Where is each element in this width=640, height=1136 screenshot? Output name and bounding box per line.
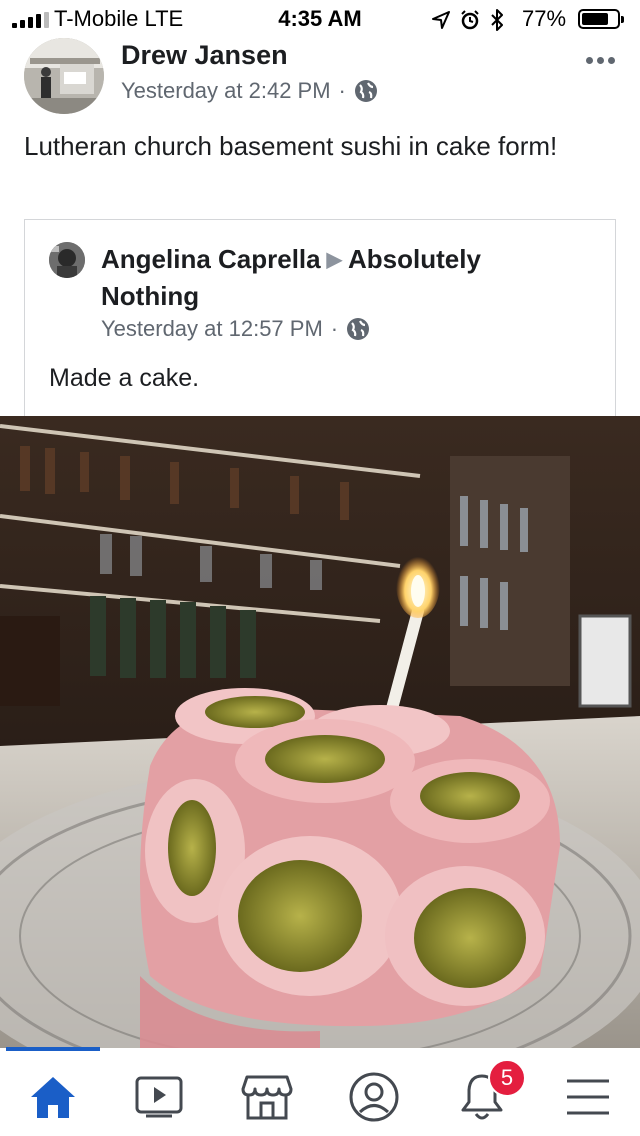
battery-icon xyxy=(578,9,624,29)
shared-post-meta: Yesterday at 12:57 PM · xyxy=(101,316,370,342)
right-triangle-icon: ▶ xyxy=(326,249,343,271)
nav-home[interactable] xyxy=(25,1069,81,1125)
nav-menu[interactable] xyxy=(560,1069,616,1125)
shared-timestamp[interactable]: Yesterday at 12:57 PM xyxy=(101,316,323,342)
notification-badge[interactable]: 5 xyxy=(488,1059,526,1097)
more-options-button[interactable] xyxy=(580,48,620,72)
shared-meta-separator: · xyxy=(330,316,339,341)
shared-author-avatar[interactable] xyxy=(49,242,85,278)
post-text: Lutheran church basement sushi in cake f… xyxy=(24,131,558,161)
bottom-nav: 5 xyxy=(0,1051,640,1136)
shared-avatar-photo xyxy=(49,242,85,278)
nav-profile[interactable] xyxy=(346,1069,402,1125)
shared-post-header: Angelina Caprella ▶ Absolutely Nothing xyxy=(101,242,571,313)
post-meta: Yesterday at 2:42 PM · xyxy=(121,78,378,104)
location-arrow-icon xyxy=(432,11,450,29)
status-bar: T-Mobile LTE 4:35 AM 77% xyxy=(0,0,640,40)
globe-icon xyxy=(347,318,370,340)
nav-video[interactable] xyxy=(131,1069,187,1125)
marketplace-icon xyxy=(241,1075,293,1120)
post-photo[interactable] xyxy=(0,416,640,1048)
avatar-photo xyxy=(24,38,104,114)
author-avatar[interactable] xyxy=(24,38,104,114)
video-icon xyxy=(135,1076,183,1118)
menu-icon xyxy=(567,1079,609,1115)
alarm-icon xyxy=(461,10,479,30)
post-timestamp[interactable]: Yesterday at 2:42 PM xyxy=(121,78,331,104)
shared-author-name[interactable]: Angelina Caprella xyxy=(101,244,321,274)
meta-separator: · xyxy=(338,78,346,103)
battery-percent: 77% xyxy=(522,6,567,31)
ham-pickle-cake-image xyxy=(0,416,640,1048)
home-icon xyxy=(31,1077,75,1118)
bluetooth-icon xyxy=(491,9,503,31)
nav-marketplace[interactable] xyxy=(239,1069,295,1125)
globe-icon xyxy=(354,80,377,102)
shared-post-text: Made a cake. xyxy=(49,364,200,392)
profile-icon xyxy=(349,1072,399,1122)
post-author-name[interactable]: Drew Jansen xyxy=(121,40,288,71)
shared-post-card[interactable]: Angelina Caprella ▶ Absolutely Nothing Yes… xyxy=(24,219,616,417)
